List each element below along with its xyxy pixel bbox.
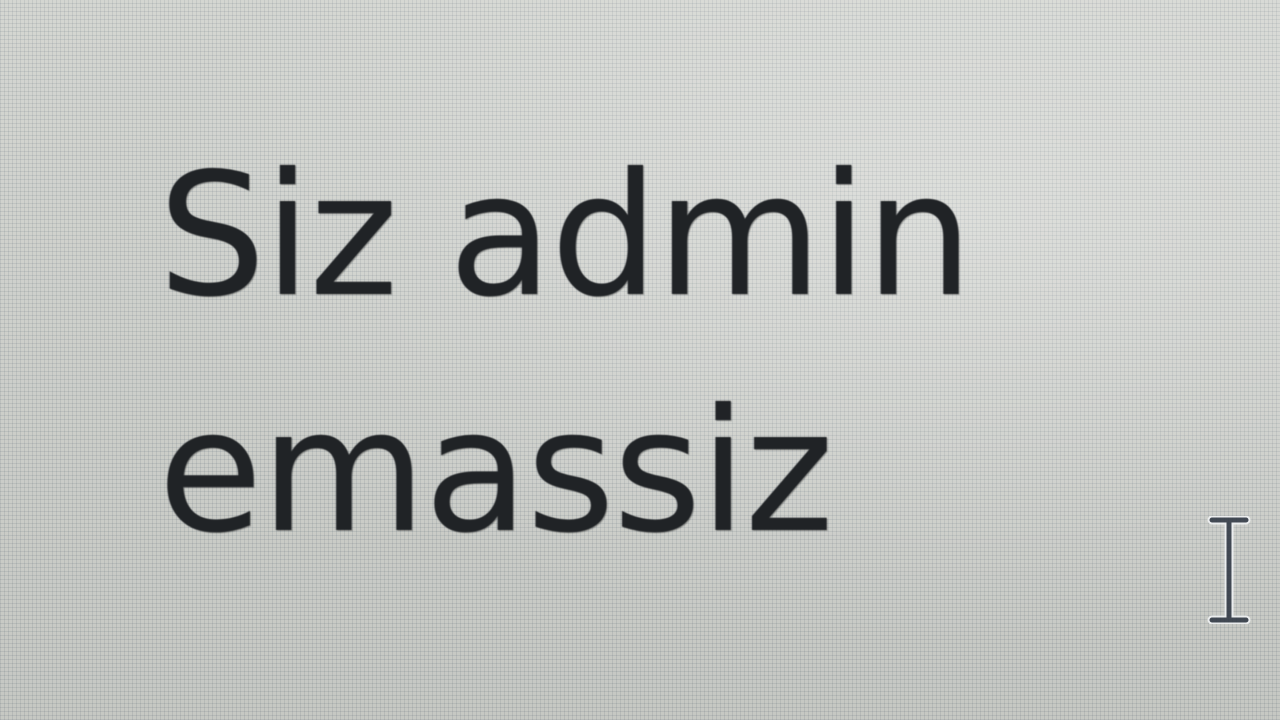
message-text: Siz admin emassiz <box>158 137 973 571</box>
text-cursor-icon <box>1207 516 1251 624</box>
